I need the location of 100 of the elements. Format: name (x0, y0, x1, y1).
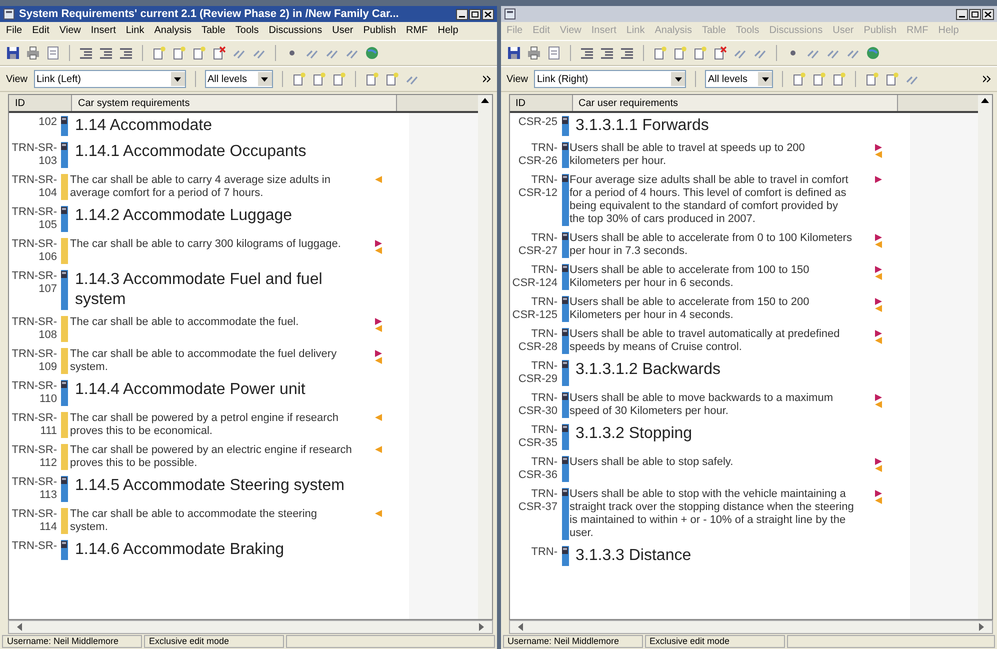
document-icon[interactable] (152, 46, 166, 60)
dropdown-icon (174, 76, 181, 82)
menu-item[interactable]: Table (201, 24, 226, 38)
requirement-id: TRN-SR-105 (10, 206, 58, 232)
menu-item[interactable]: Help (438, 24, 458, 38)
section-heading: 1.14.1 Accommodate Occupants (74, 142, 306, 162)
page-icon[interactable] (46, 46, 60, 60)
requirement-id: TRN-SR-109 (10, 348, 58, 374)
requirement-text: The car shall be able to accommodate the fuel delivery system. (70, 348, 338, 374)
section-heading: 3.1.3.1.2 Backwards (574, 360, 720, 380)
menu-item[interactable]: Analysis (154, 24, 192, 38)
requirement-id: TRN-SR-114 (10, 508, 58, 534)
requirement-id: TRN-CSR-36 (517, 456, 558, 482)
scroll-up-icon[interactable] (981, 98, 989, 103)
out-link-icon[interactable] (374, 240, 382, 247)
menu-item[interactable]: Tools (235, 24, 259, 38)
requirement-id: TRN-SR-107 (10, 270, 58, 297)
requirement-id: TRN-CSR-125 (511, 296, 558, 322)
out-link-icon[interactable] (875, 490, 882, 497)
column-header[interactable]: Car user requirements (572, 95, 898, 111)
out-link-icon[interactable] (875, 266, 882, 273)
out-link-icon[interactable] (875, 176, 882, 183)
document-icon[interactable] (172, 46, 186, 60)
indent-icon[interactable] (99, 46, 113, 60)
requirement-text: Users shall be able to accelerate from 150 to 200 Kilometers per hour in 4 seconds. (570, 296, 810, 322)
requirement-id: TRN-SR-106 (10, 238, 58, 264)
column-header[interactable]: Car system requirements (72, 95, 397, 111)
section-heading: 3.1.3.3 Distance (574, 546, 692, 566)
globe-icon[interactable] (365, 46, 379, 60)
status-field: Username: Neil Middlemore (502, 635, 642, 648)
document-icon[interactable] (364, 72, 378, 86)
requirement-id: TRN-SR-111 (10, 412, 58, 438)
menu-item[interactable]: Discussions (268, 24, 322, 38)
chevron-icon[interactable] (482, 75, 490, 83)
levels-dropdown[interactable]: All levels (204, 70, 272, 88)
requirement-id: TRN-CSR-35 (517, 424, 558, 450)
out-link-icon[interactable] (374, 350, 382, 357)
indent-icon[interactable] (119, 46, 133, 60)
delete-icon[interactable] (212, 46, 226, 60)
requirement-id: TRN-CSR-37 (517, 488, 558, 515)
document-icon[interactable] (292, 72, 306, 86)
dropdown-icon (674, 76, 682, 82)
out-link-icon[interactable] (875, 394, 882, 401)
save-icon[interactable] (6, 46, 20, 60)
menu-item[interactable]: View (59, 24, 81, 38)
out-link-icon[interactable] (374, 318, 382, 325)
horizontal-scrollbar[interactable] (8, 620, 492, 634)
app-icon (504, 8, 516, 20)
document-icon[interactable] (384, 72, 398, 86)
requirement-id: TRN-CSR-26 (517, 142, 558, 168)
requirement-text: The car shall be powered by a petrol engine if research proves this to be economical. (70, 412, 340, 438)
menu-item[interactable]: File (6, 24, 22, 38)
requirement-id: TRN-CSR-28 (517, 328, 558, 354)
out-link-icon[interactable] (875, 234, 882, 241)
requirement-id: TRN-SR-104 (10, 174, 58, 200)
menu-item[interactable]: User (332, 24, 354, 38)
indent-icon[interactable] (79, 46, 93, 60)
minimize-icon[interactable] (456, 8, 468, 20)
section-heading: 1.14 Accommodate (74, 116, 212, 136)
window-title: System Requirements' current 2.1 (Review Phase 2) in /New Family Car... (19, 8, 400, 20)
scroll-up-icon[interactable] (480, 98, 488, 103)
requirement-text: Users shall be able to stop safely. (570, 456, 734, 469)
requirement-id: TRN-CSR-12 (517, 174, 558, 201)
document-icon[interactable] (312, 72, 326, 86)
requirement-text: Users shall be able to accelerate from 100 to 150 Kilometers per hour in 6 seconds. (570, 264, 810, 290)
document-icon[interactable] (332, 72, 346, 86)
menu-item[interactable]: Publish (363, 24, 396, 38)
requirement-text: The car shall be powered by an electric engine if research proves this to be possible. (70, 444, 353, 470)
section-heading: 3.1.3.2 Stopping (574, 424, 692, 444)
close-icon[interactable] (482, 8, 494, 20)
requirement-text: The car shall be able to accommodate the fuel. (70, 316, 299, 329)
requirement-text: Users shall be able to accelerate from 0 to 100 Kilometers per hour in 7.3 seconds. (570, 232, 853, 258)
section-heading: 1.14.6 Accommodate Braking (74, 540, 284, 560)
requirement-text: Users shall be able to travel automatically at predefined speeds by means of Cruise control. (570, 328, 841, 354)
out-link-icon[interactable] (875, 298, 882, 305)
requirement-id: 102 (38, 116, 58, 130)
vertical-scrollbar[interactable] (478, 95, 492, 619)
out-link-icon[interactable] (875, 330, 882, 337)
section-heading: 1.14.3 Accommodate Fuel and fuel system (74, 270, 324, 310)
print-icon[interactable] (26, 46, 40, 60)
menu-item[interactable]: RMF (406, 24, 428, 38)
scroll-right-icon[interactable] (478, 623, 484, 631)
menu-item[interactable]: Insert (90, 24, 116, 38)
status-field: Exclusive edit mode (644, 635, 784, 648)
section-heading: 1.14.4 Accommodate Power unit (74, 380, 306, 400)
requirement-text: Users shall be able to stop with the vehicle maintaining a straight track over the stopping distance when the steering is maintained to within + or - 10% of a straight line by the user. (570, 488, 854, 540)
requirement-text: The car shall be able to accommodate the steering system. (70, 508, 318, 534)
requirement-id: TRN-CSR-27 (517, 232, 558, 258)
requirement-id: TRN- (530, 546, 558, 560)
scroll-left-icon[interactable] (17, 623, 22, 631)
requirement-id: TRN-SR-112 (10, 444, 58, 470)
menu-item[interactable]: Link (126, 24, 144, 38)
out-link-icon[interactable] (875, 458, 882, 465)
out-link-icon[interactable] (875, 144, 882, 151)
document-icon[interactable] (192, 46, 206, 60)
view-dropdown[interactable]: Link (Left) (34, 70, 186, 88)
section-heading: 3.1.3.1.1 Forwards (574, 116, 709, 136)
requirement-id: TRN-SR-103 (10, 142, 58, 168)
menu-item[interactable]: Edit (32, 24, 50, 38)
maximize-icon[interactable] (468, 8, 480, 20)
